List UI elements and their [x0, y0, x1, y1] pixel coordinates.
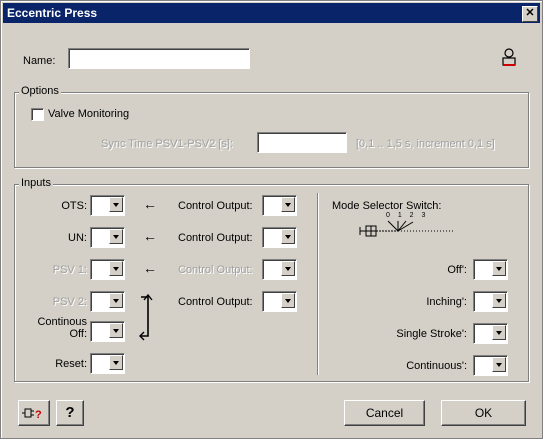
svg-text:?: ?: [35, 409, 42, 421]
reset-label: Reset:: [55, 358, 87, 370]
reset-select[interactable]: [90, 353, 125, 374]
chevron-down-icon[interactable]: [281, 293, 295, 308]
psv1-control-output-select[interactable]: [262, 259, 297, 280]
ots-control-output-select[interactable]: [262, 195, 297, 216]
mode-inching-select[interactable]: [473, 291, 508, 312]
psv2-control-output-select[interactable]: [262, 291, 297, 312]
psv2-control-output-label: Control Output:: [178, 296, 253, 308]
chevron-down-icon[interactable]: [492, 293, 506, 308]
inputs-divider: [317, 193, 318, 375]
chevron-down-icon[interactable]: [109, 355, 123, 370]
ots-select[interactable]: [90, 195, 125, 216]
cancel-button[interactable]: Cancel: [344, 400, 425, 426]
mode-inching-label: Inching':: [426, 296, 467, 308]
chevron-down-icon[interactable]: [109, 261, 123, 276]
chevron-down-icon[interactable]: [281, 229, 295, 244]
arrow-left-icon: ←: [143, 196, 157, 212]
un-label: UN:: [68, 232, 87, 244]
chevron-down-icon[interactable]: [492, 325, 506, 340]
sync-time-input[interactable]: [257, 132, 347, 153]
info-button[interactable]: ?: [18, 400, 50, 426]
mode-single-stroke-select[interactable]: [473, 323, 508, 344]
sync-time-hint: [0,1 .. 1,5 s, increment 0,1 s]: [356, 138, 495, 150]
chevron-down-icon[interactable]: [281, 261, 295, 276]
ok-button[interactable]: OK: [441, 400, 526, 426]
inputs-group-title: Inputs: [19, 177, 53, 189]
name-label: Name:: [23, 55, 56, 67]
mode-continuous-select[interactable]: [473, 355, 508, 376]
arrow-left-icon: ←: [143, 260, 157, 276]
chevron-down-icon[interactable]: [281, 197, 295, 212]
ots-control-output-label: Control Output:: [178, 200, 253, 212]
options-group: [14, 92, 529, 168]
options-group-title: Options: [19, 85, 61, 97]
mode-selector-title: Mode Selector Switch:: [332, 200, 442, 212]
help-button[interactable]: ?: [56, 400, 84, 426]
mode-single-stroke-label: Single Stroke':: [396, 328, 467, 340]
un-control-output-select[interactable]: [262, 227, 297, 248]
continous-off-label: Continous Off:: [37, 316, 87, 340]
mode-off-select[interactable]: [473, 259, 508, 280]
plug-question-icon: ?: [22, 408, 42, 421]
chevron-down-icon[interactable]: [109, 229, 123, 244]
chevron-down-icon[interactable]: [109, 293, 123, 308]
chevron-down-icon[interactable]: [109, 197, 123, 212]
ots-label: OTS:: [61, 200, 87, 212]
window-title: Eccentric Press: [7, 6, 98, 20]
mode-numbers: 0 1 2 3: [386, 212, 429, 219]
arrow-left-icon: ←: [143, 228, 157, 244]
title-bar[interactable]: Eccentric Press ✕: [3, 3, 540, 23]
chevron-down-icon[interactable]: [109, 323, 123, 338]
mode-continuous-label: Continuous':: [406, 360, 467, 372]
name-input[interactable]: [68, 48, 250, 69]
component-icon: [502, 48, 516, 66]
chevron-down-icon[interactable]: [492, 261, 506, 276]
chevron-down-icon[interactable]: [492, 357, 506, 372]
psv1-label: PSV 1:: [52, 264, 87, 276]
sync-time-label: Sync Time PSV1-PSV2 [s]:: [101, 138, 234, 150]
continous-off-select[interactable]: [90, 321, 125, 342]
un-select[interactable]: [90, 227, 125, 248]
mode-off-label: Off':: [447, 264, 467, 276]
psv1-select[interactable]: [90, 259, 125, 280]
dialog-window: Eccentric Press ✕ Name: Options Valve Mo…: [0, 0, 543, 439]
valve-monitoring-label: Valve Monitoring: [48, 108, 130, 120]
valve-monitoring-checkbox[interactable]: [31, 108, 44, 121]
close-button[interactable]: ✕: [522, 6, 538, 22]
psv1-control-output-label: Control Output:: [178, 264, 253, 276]
psv2-label: PSV 2:: [52, 296, 87, 308]
psv2-select[interactable]: [90, 291, 125, 312]
un-control-output-label: Control Output:: [178, 232, 253, 244]
link-bracket-icon: [139, 293, 153, 341]
